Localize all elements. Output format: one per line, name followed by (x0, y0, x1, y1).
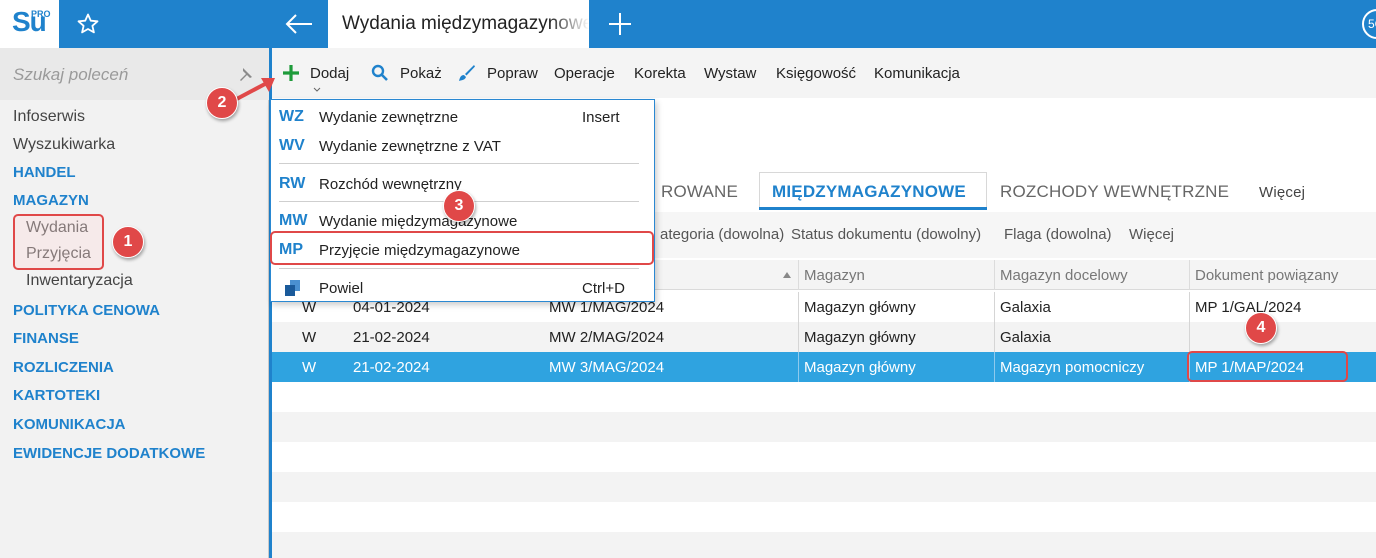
annotation-badge-1: 1 (112, 226, 144, 258)
sidebar-item-inwentaryzacja[interactable]: Inwentaryzacja (26, 272, 133, 290)
menu-divider (279, 163, 639, 164)
star-icon[interactable] (76, 12, 100, 36)
annotation-highlight-linked-doc (1187, 351, 1348, 382)
row-magazyn: Magazyn główny (804, 329, 916, 346)
communication-button[interactable]: Komunikacja (874, 65, 960, 82)
top-bar: Su PRO Wydania międzymagazynowe 5G (0, 0, 1376, 48)
back-arrow-icon[interactable] (284, 12, 314, 36)
sidebar-item-infoserwis[interactable]: Infoserwis (13, 108, 85, 126)
tab-rowane[interactable]: ROWANE (661, 182, 738, 202)
row-status: W (302, 329, 317, 346)
table-row-empty (272, 412, 1376, 442)
chevron-down-icon (313, 87, 321, 92)
sort-asc-icon[interactable] (782, 271, 792, 279)
sidebar-item-komunikacja[interactable]: KOMUNIKACJA (13, 416, 126, 433)
menu-label: Wydanie zewnętrzne z VAT (319, 138, 501, 155)
search-icon[interactable] (371, 64, 389, 82)
correction-button[interactable]: Korekta (634, 65, 686, 82)
menu-label: Rozchód wewnętrzny (319, 176, 462, 193)
sidebar-item-kartoteki[interactable]: KARTOTEKI (13, 387, 100, 404)
sidebar-item-wyszukiwarka[interactable]: Wyszukiwarka (13, 136, 115, 154)
sidebar-item-ewidencje-dodatkowe[interactable]: EWIDENCJE DODATKOWE (13, 445, 205, 462)
annotation-badge-2: 2 (206, 87, 238, 119)
row-magazyn: Magazyn główny (804, 359, 916, 376)
table-row-empty (272, 532, 1376, 558)
code-label: WZ (279, 108, 304, 125)
copy-icon (285, 280, 300, 296)
edit-button[interactable]: Popraw (487, 65, 538, 82)
shortcut-label: Insert (582, 109, 620, 126)
row-docelowy: Galaxia (1000, 299, 1051, 316)
sidebar-item-rozliczenia[interactable]: ROZLICZENIA (13, 359, 114, 376)
menu-item-wz[interactable]: WZ Wydanie zewnętrzne Insert (271, 103, 654, 131)
table-row-empty (272, 502, 1376, 532)
table-row-empty (272, 472, 1376, 502)
row-docelowy: Galaxia (1000, 329, 1051, 346)
header-dokument-powiazany[interactable]: Dokument powiązany (1195, 267, 1338, 284)
row-date: 21-02-2024 (353, 359, 430, 376)
annotation-badge-4: 4 (1245, 312, 1277, 344)
sidebar-item-polityka-cenowa[interactable]: POLITYKA CENOWA (13, 302, 160, 319)
tab-more[interactable]: Więcej (1259, 184, 1305, 201)
row-magazyn: Magazyn główny (804, 299, 916, 316)
sidebar-item-magazyn[interactable]: MAGAZYN (13, 192, 89, 209)
accounting-button[interactable]: Księgowość (776, 65, 856, 82)
show-button[interactable]: Pokaż (400, 65, 442, 82)
row-docelowy: Magazyn pomocniczy (1000, 359, 1145, 376)
tab-rozchody-wewnetrzne[interactable]: ROZCHODY WEWNĘTRZNE (1000, 182, 1229, 202)
row-powiazany: MP 1/GAL/2024 (1195, 299, 1302, 316)
filter-status[interactable]: Status dokumentu (dowolny) (791, 226, 981, 243)
logo-sup: PRO (31, 9, 51, 19)
row-date: 21-02-2024 (353, 329, 430, 346)
menu-item-powiel[interactable]: Powiel Ctrl+D (271, 274, 654, 302)
annotation-highlight-wydania-przyjecia (13, 214, 104, 270)
add-button[interactable]: Dodaj (310, 65, 349, 82)
row-number: MW 2/MAG/2024 (549, 329, 665, 346)
code-label: WV (279, 137, 305, 154)
operations-button[interactable]: Operacje (554, 65, 615, 82)
row-number: MW 3/MAG/2024 (549, 359, 665, 376)
shortcut-label: Ctrl+D (582, 280, 625, 297)
menu-label: Powiel (319, 280, 364, 297)
header-magazyn[interactable]: Magazyn (804, 267, 865, 284)
menu-label: Wydanie zewnętrzne (319, 109, 459, 126)
filter-category[interactable]: ategoria (dowolna) (660, 226, 784, 243)
tab-active-indicator (759, 207, 987, 210)
sidebar-item-handel[interactable]: HANDEL (13, 164, 76, 181)
annotation-highlight-mp (270, 231, 654, 265)
filter-flag[interactable]: Flaga (dowolna) (1004, 226, 1112, 243)
table-row-empty (272, 382, 1376, 412)
code-label: MW (279, 212, 308, 229)
menu-divider (279, 268, 639, 269)
toolbar: Dodaj Pokaż Popraw Operacje Korekta Wyst… (270, 48, 1376, 98)
tab-title: Wydania międzymagazynowe (342, 13, 589, 34)
app-logo[interactable]: Su PRO (0, 0, 59, 48)
brush-icon[interactable] (458, 64, 476, 82)
row-status: W (302, 359, 317, 376)
filter-more[interactable]: Więcej (1129, 226, 1174, 243)
menu-item-wv[interactable]: WV Wydanie zewnętrzne z VAT (271, 132, 654, 160)
table-row[interactable]: W 21-02-2024 MW 2/MAG/2024 Magazyn główn… (272, 322, 1376, 352)
table-row-empty (272, 442, 1376, 472)
annotation-badge-3: 3 (443, 190, 475, 222)
tab-miedzymagazynowe[interactable]: MIĘDZYMAGAZYNOWE (772, 182, 966, 202)
search-input[interactable]: Szukaj poleceń (13, 65, 128, 85)
sidebar-item-finanse[interactable]: FINANSE (13, 330, 79, 347)
code-label: RW (279, 175, 306, 192)
menu-label: Wydanie międzymagazynowe (319, 213, 518, 230)
new-tab-plus-icon[interactable] (608, 12, 632, 36)
avatar[interactable]: 5G (1362, 9, 1376, 39)
issue-button[interactable]: Wystaw (704, 65, 756, 82)
tab-wydania-miedzymagazynowe[interactable]: Wydania międzymagazynowe (328, 0, 589, 48)
header-magazyn-docelowy[interactable]: Magazyn docelowy (1000, 267, 1128, 284)
